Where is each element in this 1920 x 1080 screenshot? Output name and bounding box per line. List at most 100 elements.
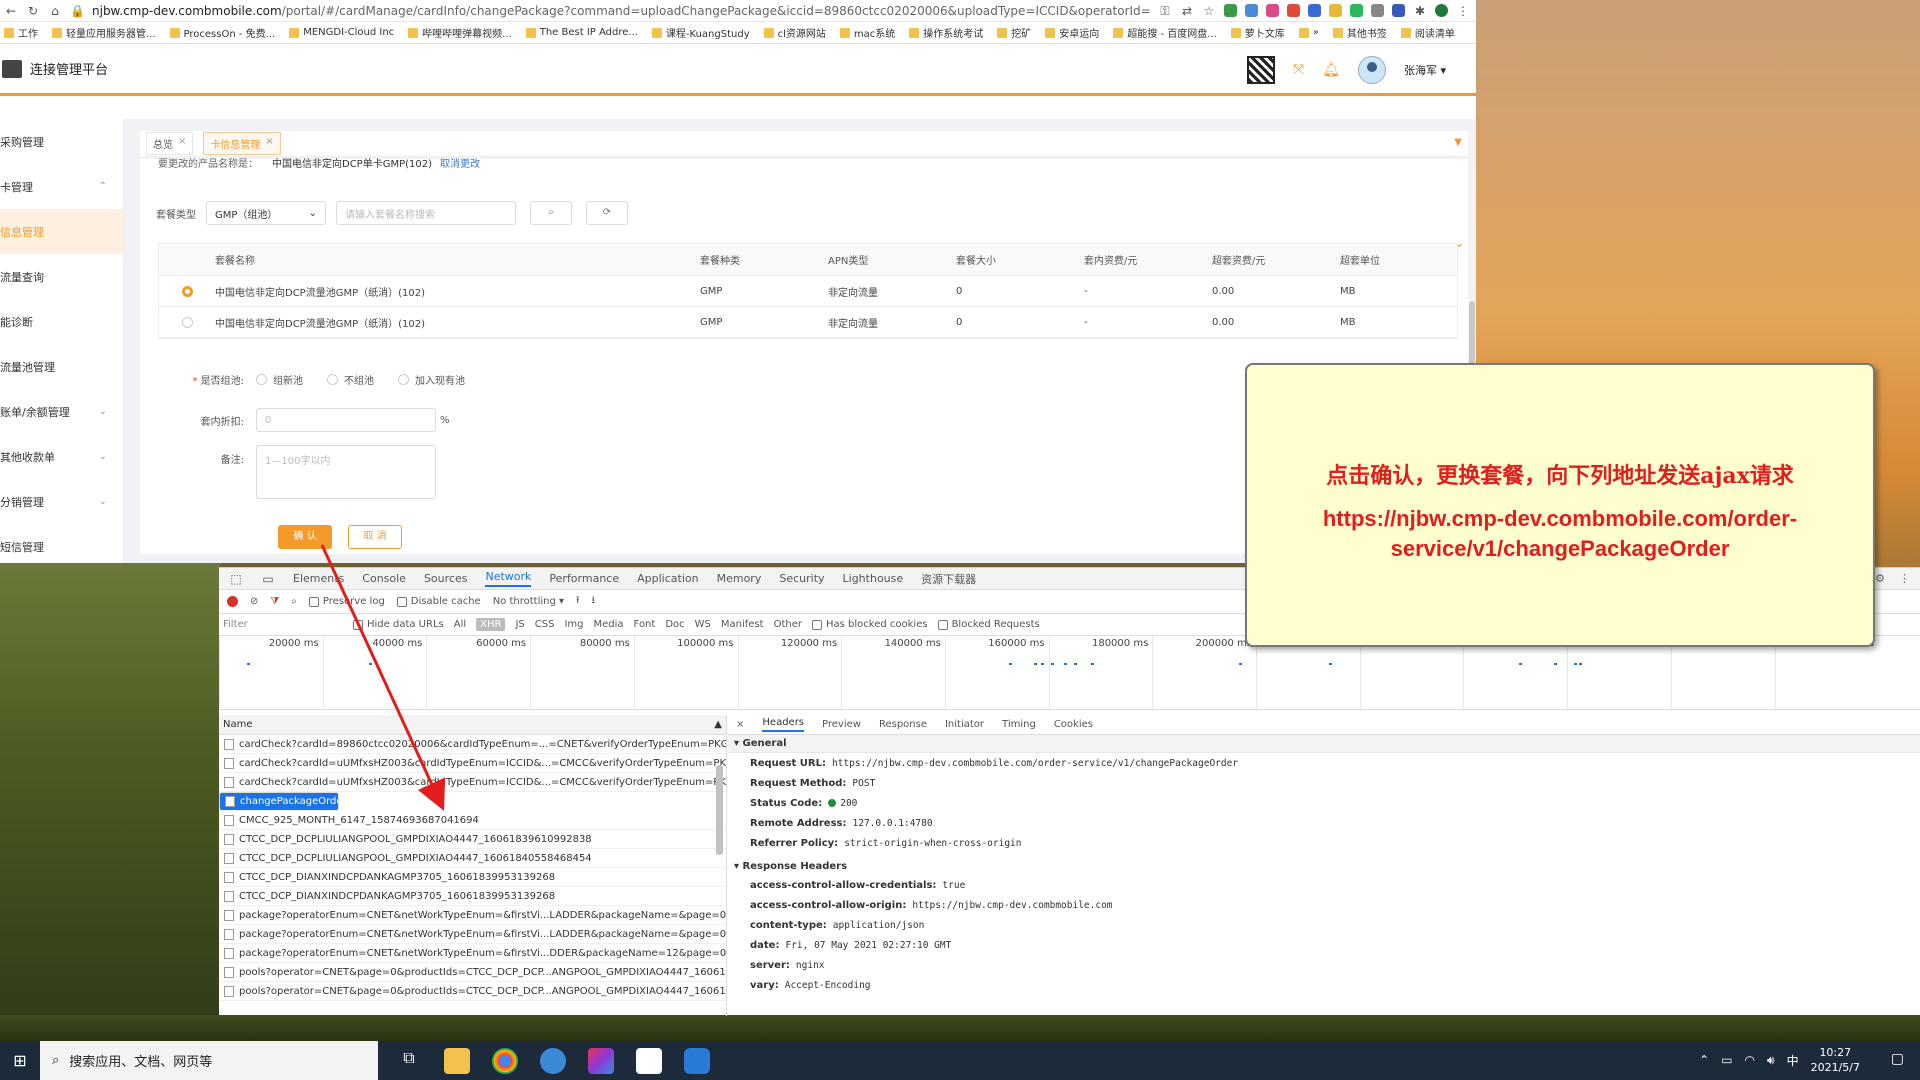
back-icon[interactable]: ← [4, 4, 18, 18]
devtools-tab[interactable]: Lighthouse [843, 572, 904, 585]
task-view-icon[interactable]: ⧉ [396, 1048, 422, 1074]
notification-icon[interactable]: ▢ [1891, 1051, 1904, 1067]
intellij-icon[interactable] [588, 1047, 614, 1074]
extension-icon[interactable] [1350, 3, 1363, 17]
bookmark-item[interactable]: 工作 [4, 25, 38, 40]
profile-icon[interactable] [1435, 3, 1448, 17]
filter-type-button[interactable]: WS [695, 619, 711, 630]
home-icon[interactable]: ⌂ [48, 4, 62, 18]
devtools-tab[interactable]: Console [362, 572, 406, 585]
close-icon[interactable]: × [736, 719, 744, 730]
tab-card-info[interactable]: 卡信息管理 × [203, 132, 281, 155]
extension-icon[interactable] [1329, 3, 1342, 17]
close-icon[interactable]: × [265, 136, 273, 151]
search-icon[interactable]: ⌕ [291, 596, 297, 607]
qr-code-icon[interactable] [1246, 56, 1275, 84]
network-timeline[interactable]: 20000 ms 40000 ms 60000 ms 80000 ms 100000 m… [219, 636, 1920, 710]
filter-input[interactable]: Filter [223, 619, 343, 630]
bookmark-item[interactable]: MENGDI-Cloud Inc [289, 27, 394, 38]
reload-icon[interactable]: ↻ [26, 4, 40, 18]
detail-tab[interactable]: Response [879, 719, 927, 730]
throttling-select[interactable]: No throttling ▾ [493, 596, 564, 607]
sidebar-item[interactable]: 采购管理 [0, 119, 123, 164]
key-icon[interactable]: ⚿ [1158, 4, 1172, 18]
response-headers-section-header[interactable]: ▾ Response Headers [728, 857, 1920, 875]
table-row[interactable]: 中国电信非定向DCP流量池GMP（纸消）(102) GMP 非定向流量 0 - … [159, 276, 1457, 307]
devtools-tab[interactable]: Elements [293, 572, 344, 585]
fullscreen-icon[interactable]: ⤧ [1293, 62, 1304, 78]
devtools-tab[interactable]: Performance [549, 572, 619, 585]
detail-tab[interactable]: Initiator [945, 719, 984, 730]
file-explorer-icon[interactable] [444, 1047, 470, 1074]
filter-type-button[interactable]: Doc [665, 619, 684, 630]
sidebar-item[interactable]: 其他收款单 ⌄ [0, 434, 123, 479]
clear-icon[interactable]: ⊘ [250, 596, 258, 607]
extension-icon[interactable] [1245, 3, 1258, 17]
cancel-change-link[interactable]: 取消更改 [440, 159, 480, 170]
request-row[interactable]: package?operatorEnum=CNET&netWorkTypeEnu… [219, 906, 726, 925]
extension-icon[interactable] [1371, 3, 1384, 17]
detail-tab[interactable]: Headers [762, 717, 805, 732]
package-type-select[interactable]: GMP（组池） ⌄ [206, 201, 326, 225]
url-field[interactable]: njbw.cmp-dev.combmobile.com/portal/#/car… [92, 4, 1150, 18]
bookmark-item[interactable]: 轻量应用服务器管... [52, 25, 156, 40]
filter-type-button[interactable]: Manifest [721, 619, 764, 630]
bookmark-item[interactable]: 课程-KuangStudy [651, 25, 750, 40]
extension-icon[interactable] [1287, 3, 1300, 17]
inspect-icon[interactable]: ⬚ [229, 572, 243, 586]
request-row[interactable]: package?operatorEnum=CNET&netWorkTypeEnu… [219, 925, 726, 944]
filter-icon[interactable]: ⧩ [270, 596, 279, 607]
disable-cache-checkbox[interactable]: Disable cache [396, 596, 481, 607]
request-row[interactable]: pools?operator=CNET&page=0&productIds=CT… [219, 982, 726, 1001]
filter-type-button[interactable]: Other [774, 619, 802, 630]
menu-icon[interactable]: ⋮ [1456, 4, 1470, 18]
bookmark-item[interactable]: mac系统 [839, 25, 895, 40]
package-search-input[interactable]: 请输入套餐名称搜索 [336, 201, 516, 225]
extension-icon[interactable] [1224, 3, 1237, 17]
filter-type-button[interactable]: All [454, 619, 466, 630]
avatar[interactable] [1357, 56, 1386, 84]
request-row[interactable]: CTCC_DCP_DCPLIULIANGPOOL_GMPDIXIAO4447_1… [219, 849, 726, 868]
detail-tab[interactable]: Cookies [1054, 719, 1093, 730]
devtools-tab[interactable]: Network [485, 570, 532, 587]
devtools-tab[interactable]: Memory [717, 572, 762, 585]
volume-icon[interactable]: 🔊︎ [1767, 1053, 1775, 1068]
bookmark-item[interactable]: 萝卜文库 [1230, 25, 1285, 40]
more-icon[interactable]: ⋮ [1899, 572, 1910, 585]
bookmark-item[interactable]: 操作系统考试 [909, 25, 983, 40]
bookmark-item[interactable]: 其他书签 [1332, 25, 1387, 40]
blocked-requests-checkbox[interactable]: Blocked Requests [937, 619, 1040, 630]
bookmark-item[interactable]: 哔哩哔哩弹幕视频... [408, 25, 512, 40]
wifi-icon[interactable]: ◠ [1745, 1053, 1755, 1067]
chrome-icon[interactable] [492, 1047, 518, 1074]
hide-data-urls-checkbox[interactable]: Hide data URLs [353, 619, 444, 630]
sort-icon[interactable]: ▲ [714, 719, 722, 730]
clock[interactable]: 10:27 2021/5/7 [1811, 1045, 1860, 1075]
taskbar-search[interactable]: ⌕ 搜索应用、文档、网页等 [40, 1041, 378, 1080]
sidebar-item[interactable]: 信息管理 [0, 209, 123, 254]
bookmark-item[interactable]: 超能搜 - 百度网盘... [1113, 25, 1217, 40]
discount-input[interactable]: 0 [256, 408, 436, 432]
pool-option-none[interactable]: 不组池 [327, 372, 374, 387]
devtools-tab[interactable]: 资源下载器 [921, 571, 976, 587]
devtools-tab[interactable]: Sources [424, 572, 468, 585]
request-list-scrollbar[interactable] [716, 735, 724, 995]
filter-type-button[interactable]: CSS [535, 619, 555, 630]
import-icon[interactable]: ⭱ [576, 593, 580, 610]
tabs-dropdown-icon[interactable]: ▼ [1454, 137, 1462, 148]
bookmark-item[interactable]: » [1298, 27, 1319, 38]
app-icon[interactable] [684, 1047, 710, 1074]
request-row[interactable]: cardCheck?cardId=uUMfxsHZ003&cardIdTypeE… [219, 773, 726, 792]
devtools-tab[interactable]: Application [637, 572, 698, 585]
request-row[interactable]: changePackageOrder [219, 792, 339, 811]
sidebar-item[interactable]: 短信管理 [0, 524, 123, 563]
request-row[interactable]: pools?operator=CNET&page=0&productIds=CT… [219, 963, 726, 982]
filter-type-button[interactable]: XHR [476, 618, 506, 631]
sidebar-item[interactable]: 流量查询 [0, 254, 123, 299]
sidebar-item[interactable]: 流量池管理 [0, 344, 123, 389]
sidebar-item[interactable]: 账单/余额管理 ⌄ [0, 389, 123, 434]
detail-tab[interactable]: Timing [1002, 719, 1036, 730]
extension-icon[interactable] [1308, 3, 1321, 17]
bookmark-item[interactable]: The Best IP Addre... [525, 27, 638, 38]
table-row[interactable]: 中国电信非定向DCP流量池GMP（纸消）(102) GMP 非定向流量 0 - … [159, 307, 1457, 338]
